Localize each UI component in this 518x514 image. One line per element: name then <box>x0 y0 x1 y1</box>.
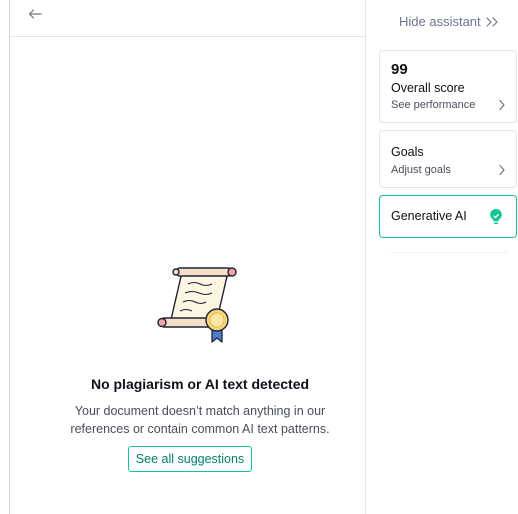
see-performance-link[interactable]: See performance <box>391 99 475 111</box>
hide-assistant-button[interactable]: Hide assistant <box>399 14 499 29</box>
chevron-right-icon <box>499 164 505 176</box>
chevron-right-icon <box>499 99 505 111</box>
scroll-certificate-icon <box>157 267 237 343</box>
assistant-divider <box>365 0 366 514</box>
double-chevron-right-icon <box>486 16 498 27</box>
empty-state-description: Your document doesn’t match anything in … <box>10 402 390 438</box>
empty-state-title: No plagiarism or AI text detected <box>90 376 310 392</box>
overall-score-label: Overall score <box>391 81 465 95</box>
back-button[interactable] <box>24 4 46 24</box>
overall-score-card[interactable]: 99 Overall score See performance <box>379 50 517 123</box>
lightbulb-icon <box>490 209 502 225</box>
empty-state-description-line: references or contain common AI text pat… <box>70 422 330 436</box>
see-all-suggestions-button[interactable]: See all suggestions <box>128 446 252 472</box>
overall-score-value: 99 <box>391 61 408 78</box>
hide-assistant-label: Hide assistant <box>399 14 481 29</box>
arrow-left-icon <box>28 9 42 19</box>
goals-title: Goals <box>391 145 424 159</box>
generative-ai-label: Generative AI <box>391 209 467 223</box>
empty-state-description-line: Your document doesn’t match anything in … <box>74 404 326 418</box>
main-pane: No plagiarism or AI text detected Your d… <box>10 0 365 514</box>
panel-separator <box>390 252 508 253</box>
goals-card[interactable]: Goals Adjust goals <box>379 130 517 188</box>
top-bar <box>10 0 365 37</box>
adjust-goals-link[interactable]: Adjust goals <box>391 164 451 176</box>
generative-ai-card[interactable]: Generative AI <box>379 195 517 238</box>
